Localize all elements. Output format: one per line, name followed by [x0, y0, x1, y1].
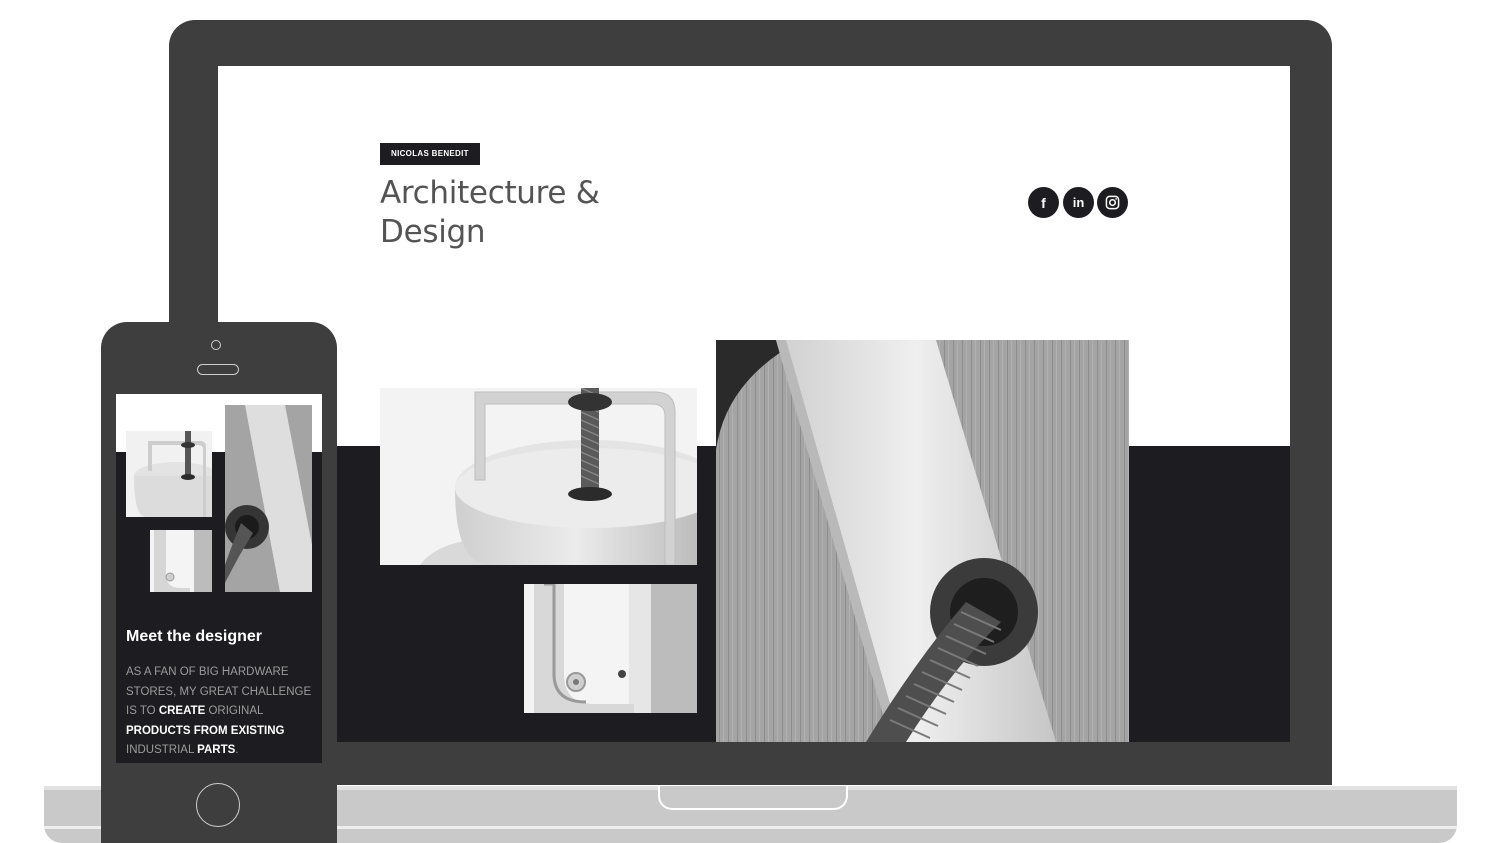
lamp-top-photo[interactable]: [380, 388, 697, 565]
phone-speaker: [197, 364, 239, 375]
bio-segment: .: [235, 744, 239, 757]
mobile-bio: AS A FAN OF BIG HARDWARE STORES, MY GREA…: [126, 663, 318, 761]
facebook-icon[interactable]: f: [1028, 187, 1059, 218]
site-title: Architecture & Design: [380, 175, 600, 250]
mobile-heading: Meet the designer: [126, 628, 263, 645]
facebook-glyph: f: [1041, 194, 1046, 211]
mobile-lamp-detail-photo[interactable]: [150, 530, 212, 592]
bio-highlight: PRODUCTS FROM EXISTING: [126, 724, 285, 737]
instagram-glyph: [1105, 195, 1120, 210]
mobile-lamp-closeup-photo[interactable]: [225, 405, 312, 592]
phone-home-button[interactable]: [196, 783, 240, 827]
lamp-detail-photo[interactable]: [524, 584, 697, 713]
linkedin-glyph: in: [1072, 195, 1085, 210]
phone-screen: Meet the designer AS A FAN OF BIG HARDWA…: [116, 394, 322, 763]
linkedin-icon[interactable]: in: [1063, 187, 1094, 218]
name-badge[interactable]: NICOLAS BENEDIT: [380, 143, 480, 165]
laptop-screen: NICOLAS BENEDIT Architecture & Design f …: [218, 66, 1290, 742]
bio-highlight: CREATE: [158, 705, 206, 718]
laptop-notch: [658, 786, 848, 810]
phone-camera: [211, 340, 221, 350]
bio-segment: INDUSTRIAL: [126, 744, 198, 757]
mobile-lamp-top-photo[interactable]: [126, 431, 212, 517]
bio-segment: ORIGINAL: [205, 705, 263, 718]
instagram-icon[interactable]: [1097, 187, 1128, 218]
lamp-closeup-photo[interactable]: [716, 340, 1129, 742]
bio-highlight: PARTS: [197, 744, 236, 757]
